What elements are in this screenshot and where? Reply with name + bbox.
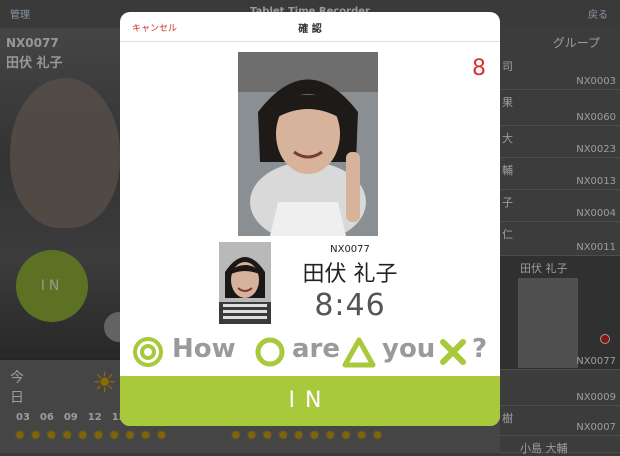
dialog-title: 確 認 — [298, 24, 322, 35]
in-button[interactable]: IN — [120, 376, 500, 426]
employee-id: NX0077 — [330, 244, 370, 255]
dialog-header: キャンセル 確 認 — [120, 12, 500, 42]
slogan-word: you — [382, 334, 436, 364]
employee-name: 田伏 礼子 — [302, 262, 398, 287]
cross-icon — [440, 339, 466, 365]
clock-time: 8:46 — [314, 288, 386, 323]
triangle-icon — [342, 337, 376, 368]
countdown-timer: 8 — [472, 56, 486, 81]
slogan-word: How — [172, 334, 236, 364]
captured-photo — [238, 52, 378, 236]
registered-photo — [219, 242, 271, 324]
double-circle-icon — [133, 337, 163, 367]
slogan-banner: How are you ? — [132, 334, 492, 370]
slogan-word: ? — [472, 334, 488, 364]
circle-icon — [255, 337, 285, 367]
slogan-word: are — [292, 334, 341, 364]
confirm-dialog: キャンセル 確 認 8 NX0077 田伏 礼子 8:46 How are yo… — [120, 12, 500, 426]
